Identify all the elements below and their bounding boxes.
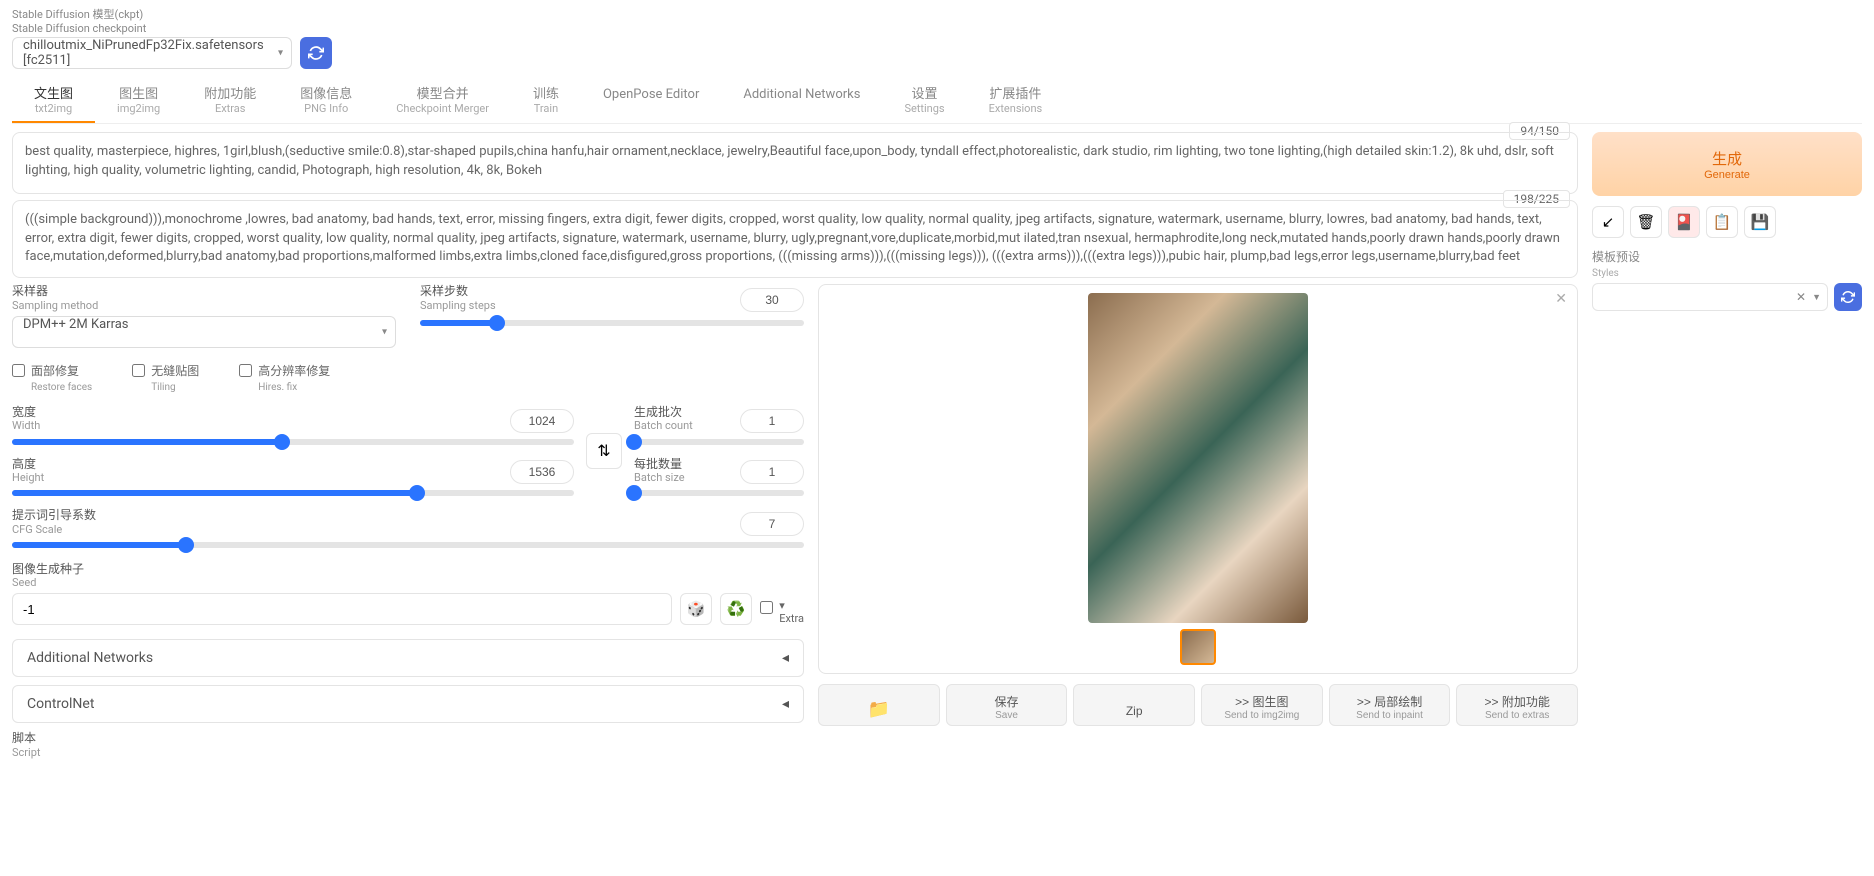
refresh-styles-button[interactable] [1834, 283, 1862, 311]
cfg-input[interactable] [740, 512, 804, 536]
output-thumbnail[interactable] [1180, 629, 1216, 665]
sampling-steps-input[interactable] [740, 288, 804, 312]
tab-openpose-editor[interactable]: OpenPose Editor [581, 81, 721, 124]
controlnet-accordion[interactable]: ControlNet◂ [12, 685, 804, 723]
send-inpaint-button[interactable]: >> 局部绘制Send to inpaint [1329, 684, 1451, 726]
dice-button[interactable]: 🎲 [680, 593, 712, 625]
neg-prompt-input[interactable]: (((simple background))),monochrome ,lowr… [12, 200, 1578, 278]
clipboard-button[interactable]: 📋 [1706, 206, 1738, 238]
additional-networks-accordion[interactable]: Additional Networks◂ [12, 639, 804, 677]
cfg-slider[interactable] [12, 542, 804, 548]
open-folder-button[interactable]: 📁 [818, 684, 940, 726]
sampling-method-select[interactable]: DPM++ 2M Karras [12, 316, 396, 348]
chevron-left-icon: ◂ [782, 696, 789, 712]
preview-area: ✕ [818, 284, 1578, 674]
chevron-down-icon: ▼ [1812, 292, 1821, 303]
height-slider[interactable] [12, 490, 574, 496]
arrow-button[interactable]: ↙ [1592, 206, 1624, 238]
close-icon[interactable]: ✕ [1555, 291, 1567, 307]
tab-extensions[interactable]: 扩展插件Extensions [967, 81, 1065, 124]
styles-label: 模板预设 [1592, 250, 1640, 264]
tab-img2img[interactable]: 图生图img2img [95, 81, 182, 124]
tab-png-info[interactable]: 图像信息PNG Info [278, 81, 374, 124]
sampling-steps-label: 采样步数 [420, 284, 468, 298]
zip-button[interactable]: Zip [1073, 684, 1195, 726]
batch-count-input[interactable] [740, 409, 804, 433]
generate-button[interactable]: 生成Generate [1592, 132, 1862, 196]
checkpoint-select[interactable]: chilloutmix_NiPrunedFp32Fix.safetensors … [12, 37, 292, 69]
card-button[interactable]: 🎴 [1668, 206, 1700, 238]
width-input[interactable] [510, 409, 574, 433]
tab-checkpoint-merger[interactable]: 模型合并Checkpoint Merger [374, 81, 511, 124]
swap-dims-button[interactable]: ⇅ [586, 433, 622, 469]
tab-settings[interactable]: 设置Settings [882, 81, 966, 124]
output-image[interactable] [1088, 293, 1308, 623]
height-label: 高度 [12, 457, 36, 471]
seed-input[interactable] [12, 593, 672, 625]
extra-checkbox[interactable]: ▾Extra [760, 599, 804, 625]
tab-extras[interactable]: 附加功能Extras [182, 81, 278, 124]
seed-label: 图像生成种子 [12, 562, 84, 576]
recycle-button[interactable]: ♻️ [720, 593, 752, 625]
batch-size-input[interactable] [740, 460, 804, 484]
script-label: 脚本 [12, 731, 36, 745]
save-style-button[interactable]: 💾 [1744, 206, 1776, 238]
refresh-checkpoint-button[interactable] [300, 37, 332, 69]
sampling-steps-slider[interactable] [420, 320, 804, 326]
tab-additional-networks[interactable]: Additional Networks [721, 81, 882, 124]
save-button[interactable]: 保存Save [946, 684, 1068, 726]
tiling-checkbox[interactable]: 无缝贴图Tiling [132, 362, 199, 393]
main-tabs: 文生图txt2img图生图img2img附加功能Extras图像信息PNG In… [12, 81, 1862, 125]
height-input[interactable] [510, 460, 574, 484]
batch-count-slider[interactable] [634, 439, 804, 445]
tab-txt2img[interactable]: 文生图txt2img [12, 81, 95, 124]
clear-icon[interactable]: ✕ [1796, 290, 1806, 304]
width-label: 宽度 [12, 405, 36, 419]
sampling-method-label: 采样器 [12, 284, 48, 298]
styles-select[interactable]: ✕▼ [1592, 283, 1828, 311]
prompt-input[interactable]: best quality, masterpiece, highres, 1gir… [12, 132, 1578, 194]
batch-count-label: 生成批次 [634, 405, 682, 419]
send-img2img-button[interactable]: >> 图生图Send to img2img [1201, 684, 1323, 726]
restore-faces-checkbox[interactable]: 面部修复Restore faces [12, 362, 92, 393]
send-extras-button[interactable]: >> 附加功能Send to extras [1456, 684, 1578, 726]
cfg-label: 提示词引导系数 [12, 508, 96, 522]
chevron-left-icon: ◂ [782, 650, 789, 666]
batch-size-label: 每批数量 [634, 457, 682, 471]
checkpoint-label-en: Stable Diffusion checkpoint [12, 22, 332, 36]
batch-size-slider[interactable] [634, 490, 804, 496]
trash-button[interactable]: 🗑 [1630, 206, 1662, 238]
width-slider[interactable] [12, 439, 574, 445]
hires-checkbox[interactable]: 高分辨率修复Hires. fix [239, 362, 330, 393]
tab-train[interactable]: 训练Train [511, 81, 581, 124]
checkpoint-label-cn: Stable Diffusion 模型(ckpt) [12, 8, 332, 22]
